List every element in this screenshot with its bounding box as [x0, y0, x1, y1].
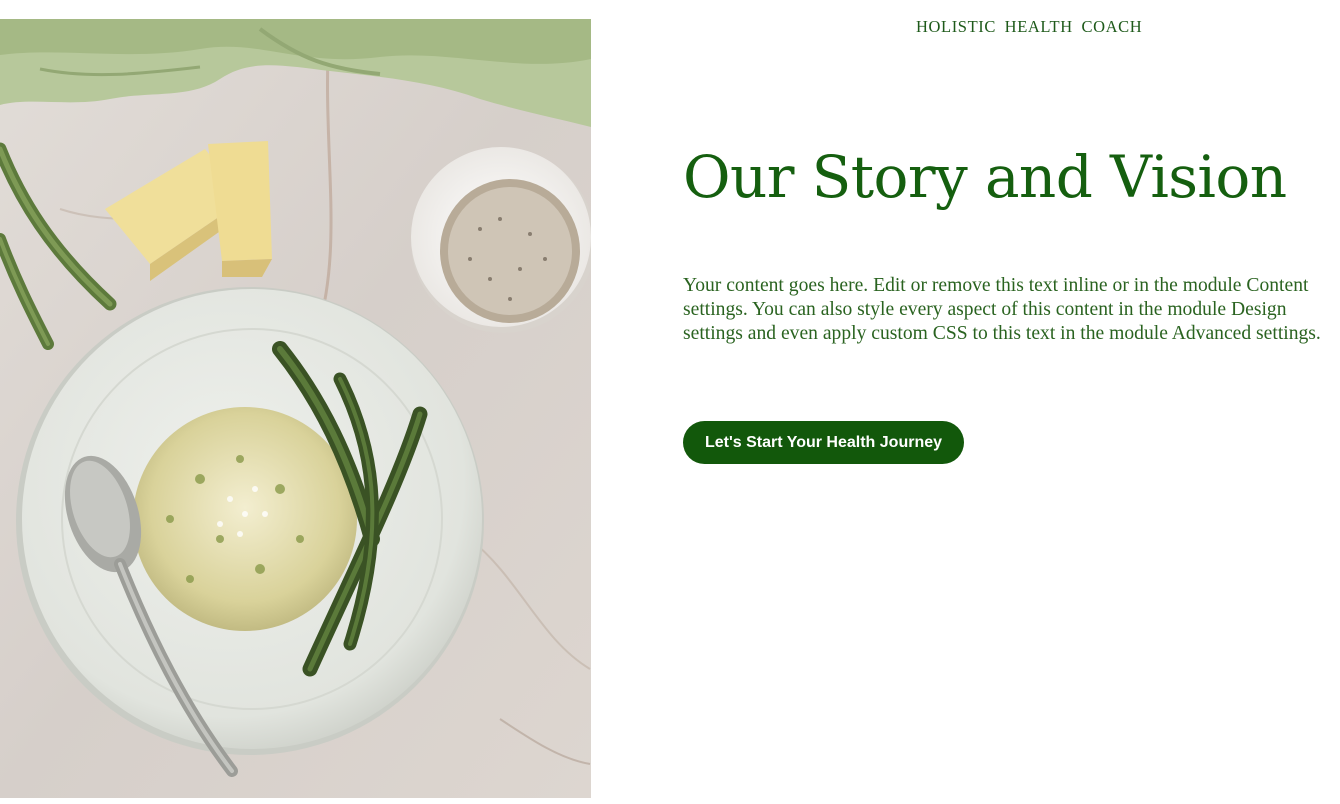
story-body-text: Your content goes here. Edit or remove t… — [683, 275, 1321, 344]
page-title: Our Story and Vision — [683, 143, 1287, 211]
site-tagline: HOLISTIC HEALTH COACH — [916, 17, 1143, 36]
hero-food-photo — [0, 19, 591, 798]
start-health-journey-button[interactable]: Let's Start Your Health Journey — [683, 421, 964, 464]
